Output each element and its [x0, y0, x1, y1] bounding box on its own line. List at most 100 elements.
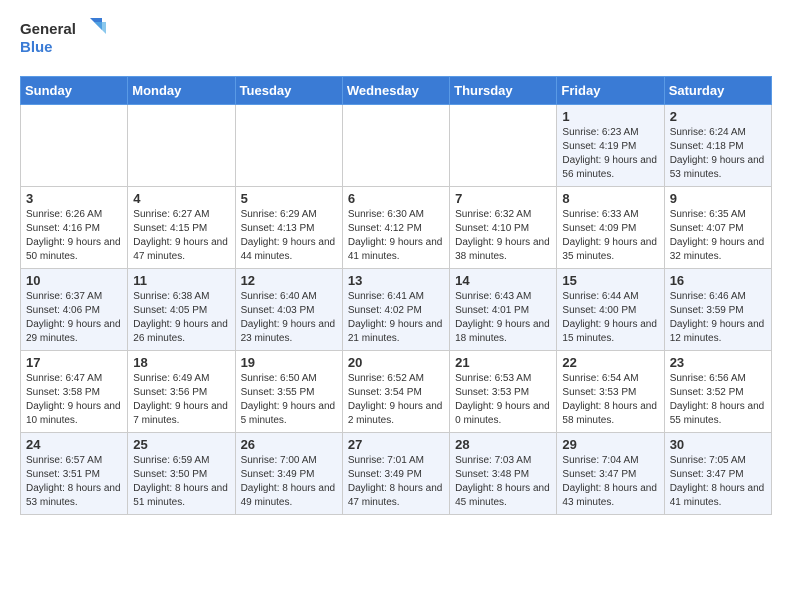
day-info: Sunrise: 6:52 AM Sunset: 3:54 PM Dayligh… — [348, 372, 444, 428]
day-info: Sunrise: 6:35 AM Sunset: 4:07 PM Dayligh… — [670, 208, 766, 264]
calendar-cell: 14 Sunrise: 6:43 AM Sunset: 4:01 PM Dayli… — [450, 269, 557, 351]
day-info: Sunrise: 6:54 AM Sunset: 3:53 PM Dayligh… — [562, 372, 658, 428]
day-number: 15 — [562, 273, 658, 288]
day-info: Sunrise: 6:43 AM Sunset: 4:01 PM Dayligh… — [455, 290, 551, 346]
calendar-week-5: 24Sunrise: 6:57 AM Sunset: 3:51 PM Dayli… — [21, 433, 772, 515]
calendar-cell: 5 Sunrise: 6:29 AM Sunset: 4:13 PM Daylig… — [235, 187, 342, 269]
day-number: 6 — [348, 191, 444, 206]
calendar-cell: 10 Sunrise: 6:37 AM Sunset: 4:06 PM Dayli… — [21, 269, 128, 351]
logo-svg: General Blue — [20, 16, 110, 60]
weekday-header-friday: Friday — [557, 77, 664, 105]
calendar-table: SundayMondayTuesdayWednesdayThursdayFrid… — [20, 76, 772, 515]
calendar-cell: 1 Sunrise: 6:23 AM Sunset: 4:19 PM Daylig… — [557, 105, 664, 187]
calendar-cell — [128, 105, 235, 187]
day-info: Sunrise: 6:47 AM Sunset: 3:58 PM Dayligh… — [26, 372, 122, 428]
calendar-cell: 12 Sunrise: 6:40 AM Sunset: 4:03 PM Dayli… — [235, 269, 342, 351]
day-number: 23 — [670, 355, 766, 370]
day-number: 7 — [455, 191, 551, 206]
day-info: Sunrise: 6:32 AM Sunset: 4:10 PM Dayligh… — [455, 208, 551, 264]
calendar-cell: 3 Sunrise: 6:26 AM Sunset: 4:16 PM Daylig… — [21, 187, 128, 269]
calendar-cell: 25 Sunrise: 6:59 AM Sunset: 3:50 PM Dayli… — [128, 433, 235, 515]
day-info: Sunrise: 7:01 AM Sunset: 3:49 PM Dayligh… — [348, 454, 444, 510]
calendar-cell — [450, 105, 557, 187]
day-number: 28 — [455, 437, 551, 452]
day-info: Sunrise: 6:44 AM Sunset: 4:00 PM Dayligh… — [562, 290, 658, 346]
calendar-cell: 7 Sunrise: 6:32 AM Sunset: 4:10 PM Daylig… — [450, 187, 557, 269]
calendar-cell: 21 Sunrise: 6:53 AM Sunset: 3:53 PM Dayli… — [450, 351, 557, 433]
day-number: 30 — [670, 437, 766, 452]
day-number: 18 — [133, 355, 229, 370]
header: General Blue — [20, 16, 772, 60]
calendar-cell — [342, 105, 449, 187]
calendar-cell: 11Sunrise: 6:38 AM Sunset: 4:05 PM Dayli… — [128, 269, 235, 351]
weekday-header-tuesday: Tuesday — [235, 77, 342, 105]
calendar-cell: 23 Sunrise: 6:56 AM Sunset: 3:52 PM Dayli… — [664, 351, 771, 433]
calendar-week-1: 1 Sunrise: 6:23 AM Sunset: 4:19 PM Daylig… — [21, 105, 772, 187]
day-number: 11 — [133, 273, 229, 288]
day-number: 13 — [348, 273, 444, 288]
day-info: Sunrise: 7:05 AM Sunset: 3:47 PM Dayligh… — [670, 454, 766, 510]
day-info: Sunrise: 6:37 AM Sunset: 4:06 PM Dayligh… — [26, 290, 122, 346]
day-info: Sunrise: 6:59 AM Sunset: 3:50 PM Dayligh… — [133, 454, 229, 510]
day-info: Sunrise: 6:57 AM Sunset: 3:51 PM Dayligh… — [26, 454, 122, 510]
calendar-cell: 6 Sunrise: 6:30 AM Sunset: 4:12 PM Daylig… — [342, 187, 449, 269]
calendar-cell: 20 Sunrise: 6:52 AM Sunset: 3:54 PM Dayli… — [342, 351, 449, 433]
calendar-cell: 22 Sunrise: 6:54 AM Sunset: 3:53 PM Dayli… — [557, 351, 664, 433]
calendar-cell: 30 Sunrise: 7:05 AM Sunset: 3:47 PM Dayli… — [664, 433, 771, 515]
calendar-cell: 24Sunrise: 6:57 AM Sunset: 3:51 PM Dayli… — [21, 433, 128, 515]
weekday-header-saturday: Saturday — [664, 77, 771, 105]
calendar-cell: 8 Sunrise: 6:33 AM Sunset: 4:09 PM Daylig… — [557, 187, 664, 269]
day-number: 10 — [26, 273, 122, 288]
calendar-cell: 16Sunrise: 6:46 AM Sunset: 3:59 PM Dayli… — [664, 269, 771, 351]
calendar-cell: 13Sunrise: 6:41 AM Sunset: 4:02 PM Dayli… — [342, 269, 449, 351]
day-number: 1 — [562, 109, 658, 124]
day-number: 20 — [348, 355, 444, 370]
calendar-week-2: 3 Sunrise: 6:26 AM Sunset: 4:16 PM Daylig… — [21, 187, 772, 269]
calendar-cell: 28Sunrise: 7:03 AM Sunset: 3:48 PM Dayli… — [450, 433, 557, 515]
weekday-header-monday: Monday — [128, 77, 235, 105]
day-number: 3 — [26, 191, 122, 206]
day-info: Sunrise: 6:40 AM Sunset: 4:03 PM Dayligh… — [241, 290, 337, 346]
day-info: Sunrise: 6:23 AM Sunset: 4:19 PM Dayligh… — [562, 126, 658, 182]
calendar-cell: 9 Sunrise: 6:35 AM Sunset: 4:07 PM Daylig… — [664, 187, 771, 269]
svg-text:Blue: Blue — [20, 39, 53, 56]
day-number: 9 — [670, 191, 766, 206]
day-number: 17 — [26, 355, 122, 370]
day-number: 14 — [455, 273, 551, 288]
calendar-cell: 4Sunrise: 6:27 AM Sunset: 4:15 PM Daylig… — [128, 187, 235, 269]
day-number: 2 — [670, 109, 766, 124]
weekday-header-wednesday: Wednesday — [342, 77, 449, 105]
calendar-cell: 29 Sunrise: 7:04 AM Sunset: 3:47 PM Dayli… — [557, 433, 664, 515]
calendar-cell — [21, 105, 128, 187]
calendar-cell: 15 Sunrise: 6:44 AM Sunset: 4:00 PM Dayli… — [557, 269, 664, 351]
day-number: 12 — [241, 273, 337, 288]
calendar-week-4: 17 Sunrise: 6:47 AM Sunset: 3:58 PM Dayli… — [21, 351, 772, 433]
day-number: 19 — [241, 355, 337, 370]
day-info: Sunrise: 6:50 AM Sunset: 3:55 PM Dayligh… — [241, 372, 337, 428]
day-info: Sunrise: 6:29 AM Sunset: 4:13 PM Dayligh… — [241, 208, 337, 264]
calendar-cell: 2 Sunrise: 6:24 AM Sunset: 4:18 PM Daylig… — [664, 105, 771, 187]
page-container: General Blue SundayMondayTuesdayWednesda… — [0, 0, 792, 531]
day-info: Sunrise: 6:24 AM Sunset: 4:18 PM Dayligh… — [670, 126, 766, 182]
day-info: Sunrise: 6:26 AM Sunset: 4:16 PM Dayligh… — [26, 208, 122, 264]
day-number: 5 — [241, 191, 337, 206]
day-number: 29 — [562, 437, 658, 452]
day-info: Sunrise: 7:00 AM Sunset: 3:49 PM Dayligh… — [241, 454, 337, 510]
day-info: Sunrise: 6:33 AM Sunset: 4:09 PM Dayligh… — [562, 208, 658, 264]
weekday-header-sunday: Sunday — [21, 77, 128, 105]
weekday-header-thursday: Thursday — [450, 77, 557, 105]
day-info: Sunrise: 6:56 AM Sunset: 3:52 PM Dayligh… — [670, 372, 766, 428]
calendar-cell: 17 Sunrise: 6:47 AM Sunset: 3:58 PM Dayli… — [21, 351, 128, 433]
day-info: Sunrise: 7:04 AM Sunset: 3:47 PM Dayligh… — [562, 454, 658, 510]
day-number: 4 — [133, 191, 229, 206]
day-info: Sunrise: 6:30 AM Sunset: 4:12 PM Dayligh… — [348, 208, 444, 264]
day-number: 26 — [241, 437, 337, 452]
calendar-cell: 27 Sunrise: 7:01 AM Sunset: 3:49 PM Dayli… — [342, 433, 449, 515]
day-number: 27 — [348, 437, 444, 452]
day-number: 25 — [133, 437, 229, 452]
day-number: 21 — [455, 355, 551, 370]
day-info: Sunrise: 6:53 AM Sunset: 3:53 PM Dayligh… — [455, 372, 551, 428]
calendar-body: 1 Sunrise: 6:23 AM Sunset: 4:19 PM Daylig… — [21, 105, 772, 515]
day-number: 8 — [562, 191, 658, 206]
day-number: 22 — [562, 355, 658, 370]
